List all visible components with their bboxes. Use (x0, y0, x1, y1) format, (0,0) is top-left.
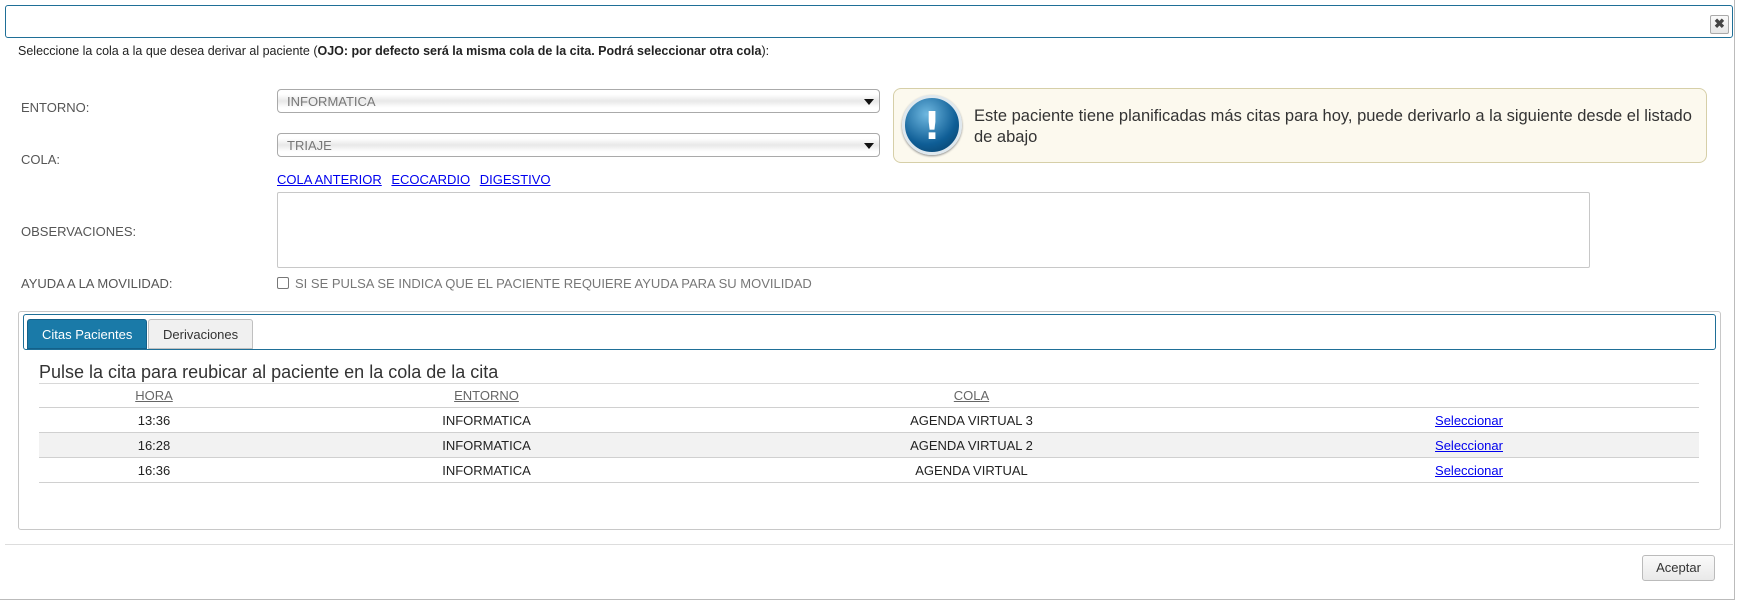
tabs-bar: Citas Pacientes Derivaciones (23, 314, 1716, 350)
seleccionar-link[interactable]: Seleccionar (1435, 438, 1503, 453)
header-hora[interactable]: HORA (39, 383, 269, 408)
observaciones-textarea[interactable] (277, 192, 1590, 268)
tab-derivaciones[interactable]: Derivaciones (148, 319, 254, 349)
cell-cola: AGENDA VIRTUAL 2 (704, 432, 1239, 458)
entorno-select-value: INFORMATICA (287, 94, 376, 109)
cola-select[interactable]: TRIAJE (277, 133, 880, 157)
link-ecocardio[interactable]: ECOCARDIO (391, 172, 470, 187)
header-cola[interactable]: COLA (704, 383, 1239, 408)
table-title: Pulse la cita para reubicar al paciente … (39, 362, 499, 382)
info-message-text: Este paciente tiene planificadas más cit… (974, 107, 1692, 146)
cell-hora: 16:28 (39, 432, 269, 458)
movilidad-checkbox-text: SI SE PULSA SE INDICA QUE EL PACIENTE RE… (295, 276, 812, 291)
entorno-select[interactable]: INFORMATICA (277, 89, 880, 113)
citas-table: HORA ENTORNO COLA 13:36 INFORMATICA AGEN… (39, 383, 1699, 483)
cell-cola: AGENDA VIRTUAL 3 (704, 407, 1239, 433)
header-entorno[interactable]: ENTORNO (269, 383, 704, 408)
intro-text: Seleccione la cola a la que desea deriva… (18, 44, 769, 58)
cell-entorno: INFORMATICA (269, 457, 704, 483)
table-row[interactable]: 16:28 INFORMATICA AGENDA VIRTUAL 2 Selec… (39, 432, 1699, 458)
movilidad-checkbox[interactable] (277, 277, 289, 289)
header-action (1239, 383, 1699, 408)
intro-prefix: Seleccione la cola a la que desea deriva… (18, 44, 318, 58)
cell-hora: 16:36 (39, 457, 269, 483)
cell-entorno: INFORMATICA (269, 407, 704, 433)
quick-cola-links: COLA ANTERIOR ECOCARDIO DIGESTIVO (277, 172, 557, 187)
footer-divider (5, 544, 1733, 545)
chevron-down-icon (864, 99, 874, 105)
chevron-down-icon (864, 143, 874, 149)
entorno-label: ENTORNO: (21, 100, 90, 115)
link-digestivo[interactable]: DIGESTIVO (480, 172, 551, 187)
intro-warning: OJO: por defecto será la misma cola de l… (317, 44, 762, 58)
cell-cola: AGENDA VIRTUAL (704, 457, 1239, 483)
cell-entorno: INFORMATICA (269, 432, 704, 458)
cell-hora: 13:36 (39, 407, 269, 433)
table-row[interactable]: 13:36 INFORMATICA AGENDA VIRTUAL 3 Selec… (39, 407, 1699, 433)
tab-citas-pacientes[interactable]: Citas Pacientes (27, 319, 148, 349)
table-row[interactable]: 16:36 INFORMATICA AGENDA VIRTUAL Selecci… (39, 457, 1699, 483)
seleccionar-link[interactable]: Seleccionar (1435, 413, 1503, 428)
intro-suffix: ): (761, 44, 770, 58)
link-cola-anterior[interactable]: COLA ANTERIOR (277, 172, 382, 187)
movilidad-checkbox-row: SI SE PULSA SE INDICA QUE EL PACIENTE RE… (277, 276, 812, 291)
dialog-titlebar: ✖ (5, 5, 1733, 38)
accept-button[interactable]: Aceptar (1642, 555, 1715, 581)
exclamation-info-icon: ! (902, 95, 962, 155)
cola-select-value: TRIAJE (287, 138, 332, 153)
close-icon[interactable]: ✖ (1710, 15, 1729, 34)
derivar-dialog: ✖ Seleccione la cola a la que desea deri… (0, 0, 1735, 600)
observaciones-label: OBSERVACIONES: (21, 224, 137, 239)
table-header-row: HORA ENTORNO COLA (39, 383, 1699, 408)
seleccionar-link[interactable]: Seleccionar (1435, 463, 1503, 478)
info-message-box: ! Este paciente tiene planificadas más c… (893, 88, 1707, 163)
cola-label: COLA: (21, 152, 61, 167)
movilidad-label: AYUDA A LA MOVILIDAD: (21, 276, 173, 291)
